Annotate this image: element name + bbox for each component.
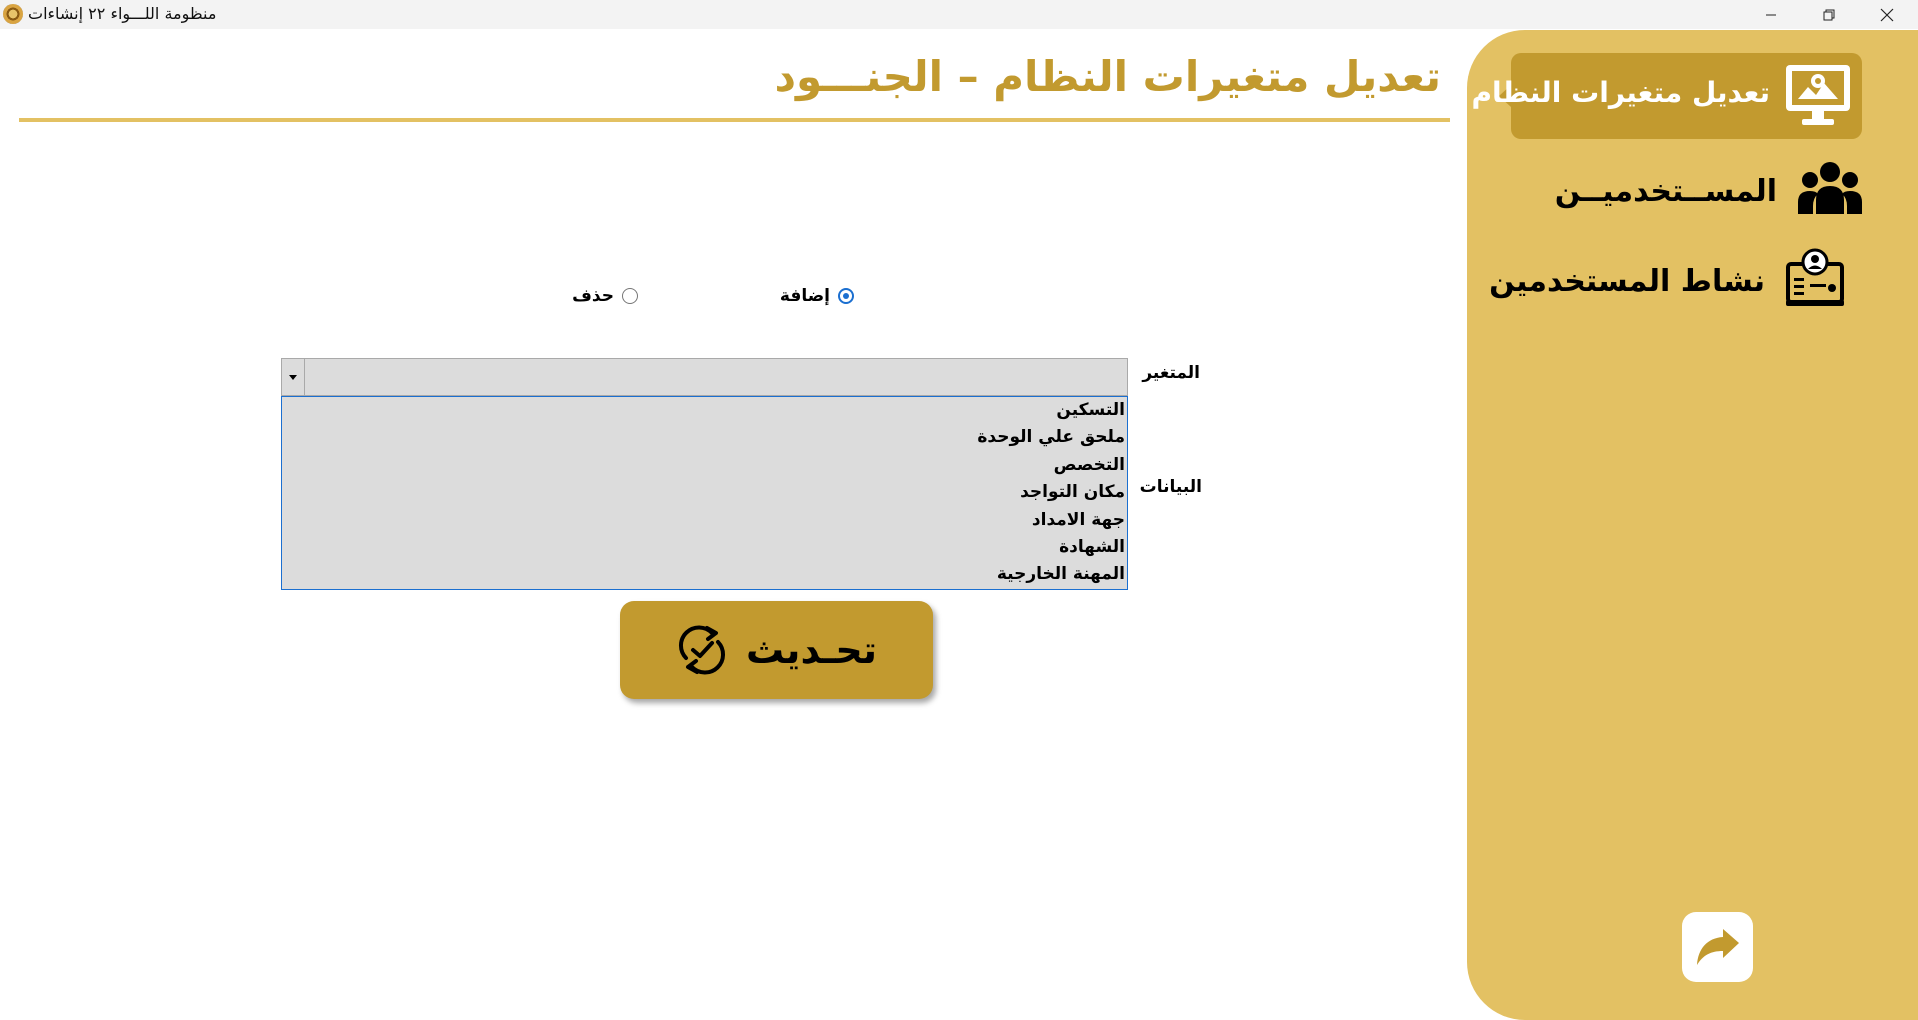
list-item[interactable]: مكان التواجد <box>282 479 1127 506</box>
restore-button[interactable] <box>1800 0 1858 29</box>
list-item[interactable]: التخصص <box>282 452 1127 479</box>
refresh-button[interactable]: تحـديث <box>620 601 933 699</box>
sidebar-item-label: تعديل متغيرات النظام <box>1471 76 1771 109</box>
mode-add-label: إضافة <box>779 286 830 306</box>
list-item[interactable]: ملحق علي الوحدة <box>282 424 1127 451</box>
variable-options-list[interactable]: التسكين ملحق علي الوحدة التخصص مكان التو… <box>281 396 1128 590</box>
mode-add-radio[interactable]: إضافة <box>780 286 854 306</box>
refresh-button-label: تحـديث <box>745 628 878 672</box>
minimize-icon <box>1766 14 1776 15</box>
minimize-button[interactable] <box>1742 0 1800 29</box>
list-item[interactable]: التسكين <box>282 397 1127 424</box>
list-item[interactable]: جهة الامداد <box>282 507 1127 534</box>
page-title: تعديل متغيرات النظام – الجنـــود <box>774 52 1441 101</box>
back-button[interactable] <box>1682 912 1753 982</box>
restore-icon <box>1823 9 1835 20</box>
app-emblem-icon <box>3 4 23 24</box>
refresh-check-icon <box>678 625 725 675</box>
variable-label: المتغير <box>1142 363 1200 383</box>
share-forward-icon <box>1696 929 1739 965</box>
data-label: البيانات <box>1139 477 1202 497</box>
title-divider <box>19 118 1450 122</box>
user-activity-icon[interactable] <box>1784 248 1846 308</box>
list-item[interactable]: الشهادة <box>282 534 1127 561</box>
sidebar-item-users[interactable]: المســتخدميــن <box>1555 174 1777 209</box>
list-item[interactable]: المهنة الخارجية <box>282 561 1127 588</box>
chevron-down-icon <box>289 374 297 380</box>
dropdown-toggle[interactable] <box>282 359 305 395</box>
window-title: منظومة اللـــواء ٢٢ إنشاءات <box>28 4 217 23</box>
users-group-icon[interactable] <box>1797 160 1863 216</box>
variable-select[interactable] <box>281 358 1128 396</box>
radio-unchecked-icon[interactable] <box>622 288 638 304</box>
mode-delete-label: حذف <box>572 286 614 306</box>
close-icon <box>1880 8 1894 21</box>
window-titlebar: منظومة اللـــواء ٢٢ إنشاءات <box>0 0 1918 29</box>
mode-delete-radio[interactable]: حذف <box>572 286 638 306</box>
sidebar-item-user-activity[interactable]: نشاط المستخدمين <box>1489 264 1765 299</box>
radio-checked-icon[interactable] <box>838 288 854 304</box>
close-button[interactable] <box>1858 0 1916 29</box>
monitor-settings-icon <box>1786 65 1850 125</box>
